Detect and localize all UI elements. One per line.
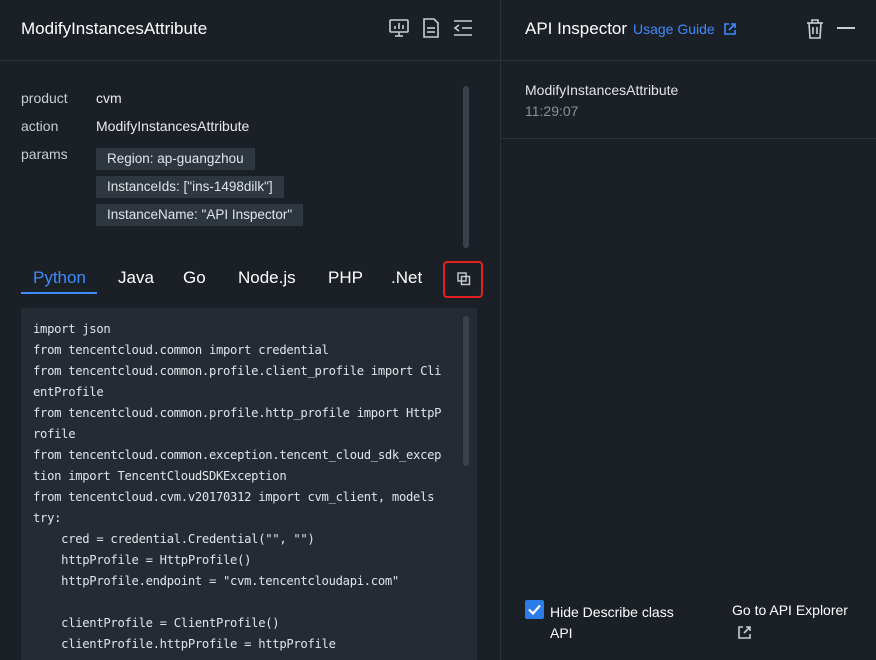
code-line: clientProfile.httpProfile = httpProfile bbox=[33, 637, 336, 651]
active-tab-indicator bbox=[21, 292, 97, 294]
collapse-panel-icon[interactable] bbox=[452, 17, 474, 39]
code-line: clientProfile = ClientProfile() bbox=[33, 616, 280, 630]
code-line: httpProfile = HttpProfile() bbox=[33, 553, 252, 567]
code-line: from tencentcloud.cvm.v20170312 import c… bbox=[33, 490, 435, 504]
code-line: entProfile bbox=[33, 385, 104, 399]
tab-python[interactable]: Python bbox=[33, 268, 86, 288]
code-line: import json bbox=[33, 322, 111, 336]
action-label: action bbox=[21, 118, 59, 134]
minimize-icon[interactable] bbox=[837, 27, 855, 29]
code-panel: ModifyInstancesAttribute product cvm act… bbox=[0, 0, 500, 660]
code-line: from tencentcloud.common.profile.client_… bbox=[33, 364, 442, 378]
code-line: cred = credential.Credential("", "") bbox=[33, 532, 315, 546]
request-list-item[interactable]: ModifyInstancesAttribute 11:29:07 bbox=[501, 61, 876, 139]
request-action-name: ModifyInstancesAttribute bbox=[525, 82, 679, 98]
monitor-chart-icon[interactable] bbox=[388, 17, 410, 39]
tab-php[interactable]: PHP bbox=[328, 268, 363, 288]
product-value: cvm bbox=[96, 90, 122, 106]
params-label: params bbox=[21, 146, 68, 162]
clear-trash-icon[interactable] bbox=[804, 18, 826, 40]
action-value: ModifyInstancesAttribute bbox=[96, 118, 250, 134]
tab-go[interactable]: Go bbox=[183, 268, 206, 288]
copy-code-button[interactable] bbox=[443, 261, 483, 298]
usage-guide-label: Usage Guide bbox=[633, 21, 715, 37]
code-line: from tencentcloud.common import credenti… bbox=[33, 343, 329, 357]
api-explorer-link[interactable]: Go to API Explorer bbox=[732, 602, 848, 618]
checkmark-icon bbox=[528, 604, 541, 616]
tab-java[interactable]: Java bbox=[118, 268, 154, 288]
external-link-icon bbox=[723, 23, 736, 35]
product-label: product bbox=[21, 90, 68, 106]
api-inspector-panel: API Inspector Usage Guide ModifyInstance… bbox=[501, 0, 876, 660]
code-line: from tencentcloud.common.exception.tence… bbox=[33, 448, 442, 462]
inspector-title: API Inspector bbox=[525, 19, 628, 38]
code-line: httpProfile.endpoint = "cvm.tencentcloud… bbox=[33, 574, 399, 588]
code-line: tion import TencentCloudSDKException bbox=[33, 469, 287, 483]
code-line: rofile bbox=[33, 427, 76, 441]
copy-icon bbox=[457, 272, 471, 286]
params-scrollbar[interactable] bbox=[463, 86, 469, 248]
code-snippet[interactable]: import json from tencentcloud.common imp… bbox=[21, 308, 477, 660]
api-action-title: ModifyInstancesAttribute bbox=[21, 19, 208, 38]
code-scrollbar[interactable] bbox=[463, 316, 469, 466]
code-line: try: bbox=[33, 511, 62, 525]
code-line: from tencentcloud.common.profile.http_pr… bbox=[33, 406, 442, 420]
hide-describe-label[interactable]: Hide Describe class API bbox=[550, 602, 690, 644]
request-timestamp: 11:29:07 bbox=[525, 103, 579, 119]
document-icon[interactable] bbox=[420, 17, 442, 39]
param-tag-region: Region: ap-guangzhou bbox=[96, 148, 255, 170]
usage-guide-link[interactable]: Usage Guide bbox=[633, 21, 736, 37]
hide-describe-checkbox[interactable] bbox=[525, 600, 544, 619]
language-tabs: Python Java Go Node.js PHP .Net bbox=[21, 260, 491, 296]
external-link-icon[interactable] bbox=[738, 626, 751, 639]
param-tag-instance-name: InstanceName: "API Inspector" bbox=[96, 204, 304, 226]
param-tag-instance-ids: InstanceIds: ["ins-1498dilk"] bbox=[96, 176, 284, 198]
code-panel-header: ModifyInstancesAttribute bbox=[0, 0, 500, 61]
tab-dotnet[interactable]: .Net bbox=[391, 268, 422, 288]
tab-nodejs[interactable]: Node.js bbox=[238, 268, 296, 288]
